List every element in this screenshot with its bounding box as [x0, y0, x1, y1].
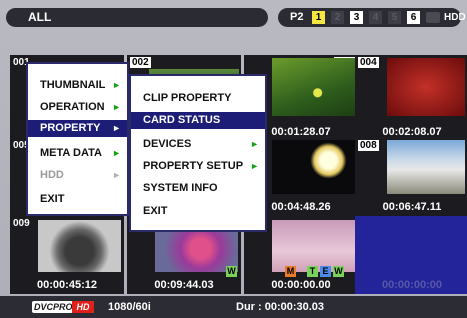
- slot-5[interactable]: 5: [388, 11, 401, 24]
- clip-badge: T: [307, 266, 318, 277]
- submenu-arrow-icon: ►: [112, 170, 121, 180]
- submenu-arrow-icon: ►: [112, 80, 121, 90]
- slot-6[interactable]: 6: [407, 11, 420, 24]
- clip-badge: E: [320, 266, 331, 277]
- codec-logo-hd: HD: [72, 301, 94, 313]
- property-submenu: CLIP PROPERTY CARD STATUS DEVICES ► PROP…: [129, 74, 267, 232]
- menu-item-card-status[interactable]: CARD STATUS: [131, 112, 265, 129]
- menu-item-label: PROPERTY SETUP: [143, 160, 244, 172]
- p2-label: P2: [290, 11, 304, 23]
- submenu-arrow-icon: ►: [112, 102, 121, 112]
- clip-timecode: 00:00:45:12: [37, 279, 97, 291]
- menu-item-label: SYSTEM INFO: [143, 182, 218, 194]
- clip-image: [38, 220, 121, 272]
- menu-item-label: META DATA: [40, 147, 102, 159]
- menu-item-exit[interactable]: EXIT: [131, 200, 265, 222]
- menu-item-exit[interactable]: EXIT: [28, 188, 127, 210]
- clip-thumbnail[interactable]: 008 00:06:47.11: [355, 138, 467, 216]
- clip-timecode: 00:00:00.00: [271, 279, 331, 291]
- menu-item-system-info[interactable]: SYSTEM INFO: [131, 177, 265, 199]
- clip-timecode: 00:09:44.03: [154, 279, 214, 291]
- mode-indicator[interactable]: ALL: [6, 8, 268, 27]
- card-slot-indicator: P2 1 2 3 4 5 6 HDD: [278, 8, 466, 27]
- menu-item-label: HDD: [40, 169, 64, 181]
- clip-number: 002: [130, 57, 151, 68]
- status-bar: DVCPRO HD 1080/60i Dur : 00:00:30.03: [0, 296, 467, 318]
- menu-item-label: THUMBNAIL: [40, 79, 106, 91]
- menu-item-label: EXIT: [40, 193, 65, 205]
- menu-item-label: CARD STATUS: [143, 114, 221, 126]
- menu-item-label: OPERATION: [40, 101, 105, 113]
- clip-image: [387, 58, 465, 116]
- menu-item-thumbnail[interactable]: THUMBNAIL ►: [28, 74, 127, 96]
- menu-item-property-setup[interactable]: PROPERTY SETUP ►: [131, 155, 265, 177]
- menu-item-label: DEVICES: [143, 138, 192, 150]
- clip-image: [387, 140, 465, 194]
- clip-badge: W: [226, 266, 237, 277]
- format-label: 1080/60i: [108, 301, 151, 313]
- codec-logo: DVCPRO HD: [32, 301, 94, 313]
- slot-2[interactable]: 2: [331, 11, 344, 24]
- top-bar: ALL P2 1 2 3 4 5 6 HDD: [6, 6, 466, 30]
- clip-image: [272, 220, 355, 272]
- clip-timecode: 00:06:47.11: [382, 201, 442, 213]
- submenu-arrow-icon: ►: [112, 148, 121, 158]
- clip-number: 009: [13, 218, 30, 229]
- menu-item-hdd[interactable]: HDD ►: [28, 164, 127, 186]
- hdd-label: HDD: [444, 12, 466, 23]
- clip-thumbnail[interactable]: 009 00:00:45:12: [10, 216, 124, 294]
- clip-badge: M: [285, 266, 296, 277]
- codec-logo-text: DVCPRO: [34, 302, 73, 312]
- clip-timecode: 00:00:00:00: [382, 279, 442, 291]
- menu-item-devices[interactable]: DEVICES ►: [131, 133, 265, 155]
- menu-item-label: PROPERTY: [40, 122, 101, 134]
- clip-number: 008: [358, 140, 379, 151]
- duration-label: Dur : 00:00:30.03: [236, 301, 325, 313]
- menu-item-label: CLIP PROPERTY: [143, 92, 232, 104]
- submenu-arrow-icon: ►: [112, 123, 121, 133]
- menu-item-label: EXIT: [143, 205, 168, 217]
- menu-item-property[interactable]: PROPERTY ►: [28, 120, 127, 137]
- slot-4[interactable]: 4: [369, 11, 382, 24]
- hdd-icon: [426, 12, 440, 23]
- submenu-arrow-icon: ►: [250, 161, 259, 171]
- slot-3[interactable]: 3: [350, 11, 363, 24]
- clip-thumbnail[interactable]: 004 00:02:08.07: [355, 55, 467, 141]
- menu-item-operation[interactable]: OPERATION ►: [28, 96, 127, 118]
- clip-image: [272, 58, 355, 116]
- menu-item-clip-property[interactable]: CLIP PROPERTY: [131, 87, 265, 109]
- submenu-arrow-icon: ►: [250, 139, 259, 149]
- menu-item-meta-data[interactable]: META DATA ►: [28, 142, 127, 164]
- clip-timecode: 00:02:08.07: [382, 126, 442, 138]
- clip-image: [272, 140, 355, 194]
- main-menu: THUMBNAIL ► OPERATION ► PROPERTY ► META …: [26, 62, 129, 216]
- clip-badge: W: [333, 266, 344, 277]
- slot-1[interactable]: 1: [312, 11, 325, 24]
- clip-thumbnail[interactable]: 00:00:00:00: [355, 216, 467, 294]
- clip-number: 004: [358, 57, 379, 68]
- clip-browser-screen: ALL P2 1 2 3 4 5 6 HDD 001 002 003 00:01…: [0, 0, 467, 318]
